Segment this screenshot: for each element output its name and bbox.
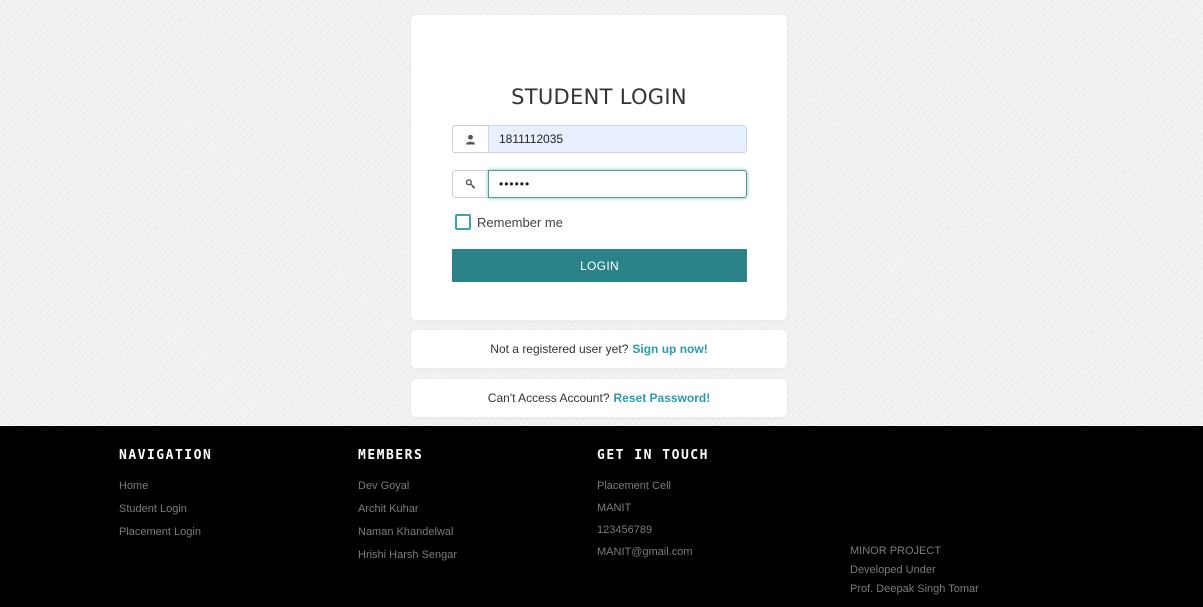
reset-card: Can't Access Account? Reset Password!	[410, 378, 788, 418]
footer-navigation-heading: NAVIGATION	[119, 448, 213, 463]
signup-link[interactable]: Sign up now!	[632, 342, 707, 356]
password-input[interactable]	[488, 170, 747, 198]
member-name: Hrishi Harsh Sengar	[358, 549, 458, 561]
username-group	[452, 125, 747, 153]
login-card: STUDENT LOGIN Remember me LOGIN	[410, 14, 788, 321]
remember-me[interactable]: Remember me	[455, 214, 563, 230]
password-group	[452, 170, 747, 198]
footer-members: MEMBERS Dev Goyal Archit Kuhar Naman Kha…	[358, 448, 457, 567]
footer-navigation: NAVIGATION Home Student Login Placement …	[119, 448, 212, 544]
username-input[interactable]	[488, 125, 747, 153]
member-name: Archit Kuhar	[358, 503, 419, 515]
credit-line: Developed Under	[850, 564, 936, 576]
footer-link-placement-login[interactable]: Placement Login	[119, 521, 212, 544]
user-icon	[452, 125, 488, 153]
contact-item: Placement Cell	[597, 480, 671, 492]
contact-email: MANIT@gmail.com	[597, 546, 693, 558]
footer: NAVIGATION Home Student Login Placement …	[0, 426, 1203, 607]
remember-me-checkbox[interactable]	[455, 214, 471, 230]
reset-prompt: Can't Access Account?	[487, 391, 610, 405]
contact-phone: 123456789	[597, 524, 653, 536]
footer-link-student-login[interactable]: Student Login	[119, 498, 212, 521]
credit-line: MINOR PROJECT	[850, 545, 942, 557]
login-button[interactable]: LOGIN	[452, 249, 747, 282]
footer-members-heading: MEMBERS	[358, 448, 424, 463]
signup-card: Not a registered user yet? Sign up now!	[410, 329, 788, 369]
page-title: STUDENT LOGIN	[511, 85, 687, 109]
key-icon	[452, 170, 488, 198]
signup-prompt: Not a registered user yet?	[490, 342, 629, 356]
member-name: Naman Khandelwal	[358, 526, 454, 538]
footer-contact-heading: GET IN TOUCH	[597, 448, 709, 463]
footer-credits: MINOR PROJECT Developed Under Prof. Deep…	[850, 542, 979, 599]
footer-contact: GET IN TOUCH Placement Cell MANIT 123456…	[597, 448, 709, 563]
contact-item: MANIT	[597, 502, 632, 514]
remember-me-label: Remember me	[477, 214, 563, 230]
member-name: Dev Goyal	[358, 480, 410, 492]
footer-link-home[interactable]: Home	[119, 475, 212, 498]
credit-line: Prof. Deepak Singh Tomar	[850, 583, 979, 595]
reset-password-link[interactable]: Reset Password!	[614, 391, 711, 405]
